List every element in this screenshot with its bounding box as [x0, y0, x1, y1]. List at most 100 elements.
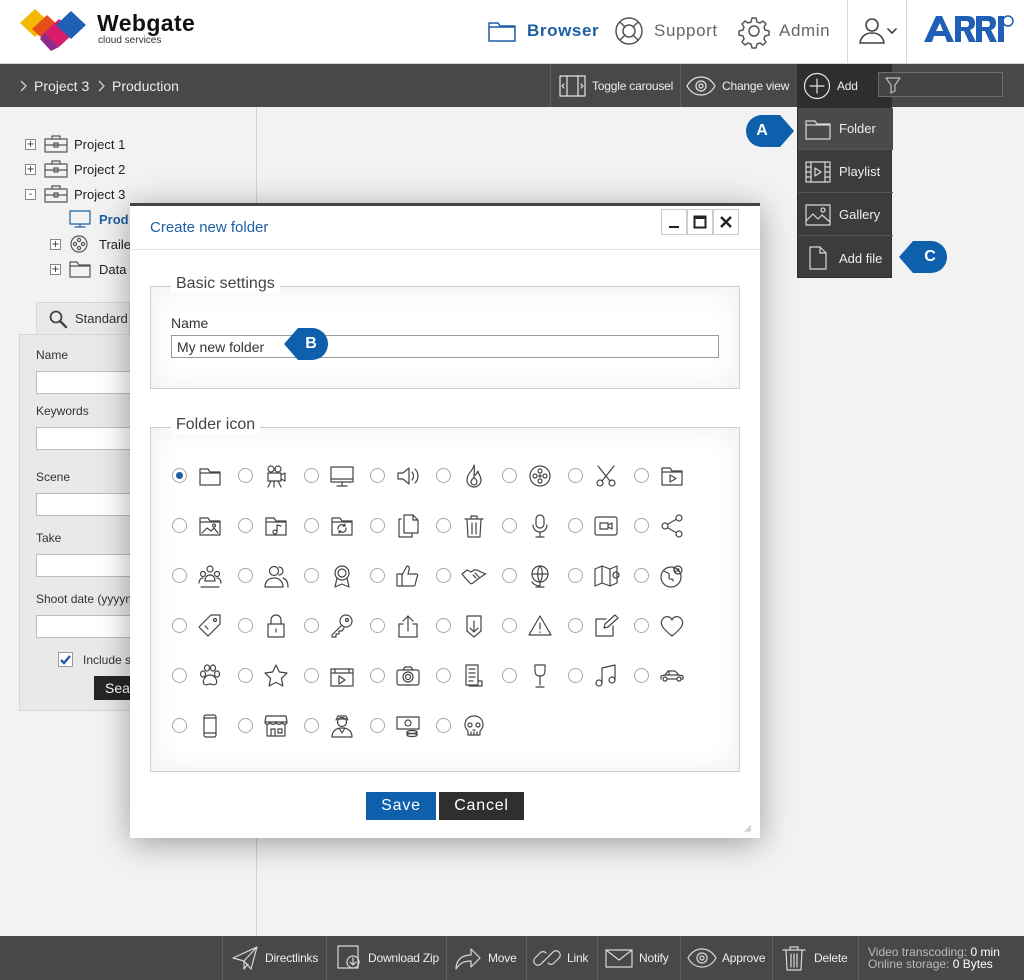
icon-option-edit[interactable] — [568, 609, 634, 643]
maximize-button[interactable] — [687, 209, 713, 235]
icon-radio[interactable] — [172, 718, 187, 733]
icon-radio[interactable] — [568, 518, 583, 533]
icon-radio[interactable] — [304, 668, 319, 683]
search-button[interactable]: Sea — [94, 676, 131, 700]
add-menu-folder[interactable]: Folder — [798, 108, 893, 150]
breadcrumb-item-production[interactable]: Production — [98, 78, 179, 94]
icon-radio[interactable] — [238, 618, 253, 633]
close-button[interactable] — [713, 209, 739, 235]
webgate-logo[interactable] — [18, 7, 90, 51]
icon-option-map-pin[interactable] — [568, 559, 634, 593]
icon-option-warning[interactable] — [502, 609, 568, 643]
expand-toggle[interactable]: + — [50, 263, 61, 275]
tree-node-production[interactable]: Prod — [69, 209, 129, 229]
icon-radio[interactable] — [304, 618, 319, 633]
icon-option-world-location[interactable] — [634, 559, 700, 593]
approve-button[interactable]: Approve — [687, 936, 765, 980]
search-scene-input[interactable] — [36, 493, 131, 516]
icon-radio[interactable] — [304, 518, 319, 533]
icon-option-skull[interactable] — [436, 709, 502, 743]
icon-option-upload[interactable] — [370, 609, 436, 643]
icon-radio[interactable] — [370, 668, 385, 683]
icon-option-movie-camera[interactable] — [238, 459, 304, 493]
icon-radio[interactable] — [502, 568, 517, 583]
nav-support[interactable]: Support — [613, 14, 718, 48]
icon-radio[interactable] — [568, 618, 583, 633]
icon-option-document[interactable] — [436, 659, 502, 693]
icon-option-music-note[interactable] — [568, 659, 634, 693]
icon-option-monitor[interactable] — [304, 459, 370, 493]
folder-name-input[interactable] — [171, 335, 719, 358]
icon-option-car[interactable] — [634, 659, 700, 693]
icon-radio[interactable] — [172, 518, 187, 533]
icon-option-video-folder[interactable] — [634, 459, 700, 493]
icon-radio[interactable] — [502, 618, 517, 633]
icon-radio[interactable] — [634, 618, 649, 633]
icon-option-image-folder[interactable] — [172, 509, 238, 543]
icon-option-lock[interactable] — [238, 609, 304, 643]
icon-radio[interactable] — [436, 718, 451, 733]
expand-toggle[interactable]: + — [50, 238, 61, 250]
icon-radio[interactable] — [436, 518, 451, 533]
icon-radio[interactable] — [304, 468, 319, 483]
tree-node-trailer[interactable]: + Traile — [50, 234, 131, 254]
collapse-toggle[interactable]: - — [25, 188, 36, 200]
notify-button[interactable]: Notify — [604, 936, 669, 980]
icon-option-music-folder[interactable] — [238, 509, 304, 543]
icon-radio[interactable] — [436, 618, 451, 633]
toggle-carousel-button[interactable]: Toggle carousel — [559, 64, 673, 107]
icon-option-film-reel[interactable] — [502, 459, 568, 493]
icon-option-download[interactable] — [436, 609, 502, 643]
search-keywords-input[interactable] — [36, 427, 131, 450]
icon-radio[interactable] — [634, 468, 649, 483]
icon-option-user-group[interactable] — [172, 559, 238, 593]
icon-radio[interactable] — [634, 518, 649, 533]
icon-radio[interactable] — [568, 568, 583, 583]
add-menu-playlist[interactable]: Playlist — [798, 151, 893, 193]
icon-radio[interactable] — [172, 568, 187, 583]
icon-option-folder[interactable] — [172, 459, 238, 493]
search-name-input[interactable] — [36, 371, 131, 394]
icon-radio[interactable] — [370, 568, 385, 583]
icon-option-flame[interactable] — [436, 459, 502, 493]
filter-input[interactable] — [878, 72, 1003, 97]
icon-radio[interactable] — [502, 468, 517, 483]
icon-radio[interactable] — [370, 618, 385, 633]
icon-option-users[interactable] — [238, 559, 304, 593]
add-menu-gallery[interactable]: Gallery — [798, 194, 893, 236]
icon-radio[interactable] — [238, 568, 253, 583]
icon-option-smartphone[interactable] — [172, 709, 238, 743]
icon-radio[interactable] — [172, 468, 187, 483]
icon-radio[interactable] — [370, 518, 385, 533]
tree-node-project3[interactable]: - Project 3 — [25, 184, 125, 204]
icon-option-scissors[interactable] — [568, 459, 634, 493]
icon-option-globe[interactable] — [502, 559, 568, 593]
icon-option-wine-glass[interactable] — [502, 659, 568, 693]
icon-radio[interactable] — [568, 468, 583, 483]
delete-button[interactable]: Delete — [779, 936, 848, 980]
icon-radio[interactable] — [502, 518, 517, 533]
tree-node-project1[interactable]: + Project 1 — [25, 134, 125, 154]
link-button[interactable]: Link — [532, 936, 588, 980]
icon-radio[interactable] — [370, 718, 385, 733]
search-tab-standard[interactable]: Standard — [36, 302, 130, 334]
icon-option-video-call[interactable] — [568, 509, 634, 543]
icon-option-award-ribbon[interactable] — [304, 559, 370, 593]
icon-option-speaker[interactable] — [370, 459, 436, 493]
save-button[interactable]: Save — [366, 792, 436, 820]
icon-option-person[interactable] — [304, 709, 370, 743]
icon-option-share[interactable] — [634, 509, 700, 543]
directlinks-button[interactable]: Directlinks — [230, 936, 318, 980]
icon-radio[interactable] — [304, 718, 319, 733]
expand-toggle[interactable]: + — [25, 138, 36, 150]
nav-admin[interactable]: Admin — [738, 14, 830, 49]
icon-option-money[interactable] — [370, 709, 436, 743]
icon-option-trash[interactable] — [436, 509, 502, 543]
tree-node-project2[interactable]: + Project 2 — [25, 159, 125, 179]
expand-toggle[interactable]: + — [25, 163, 36, 175]
icon-radio[interactable] — [568, 668, 583, 683]
icon-radio[interactable] — [436, 668, 451, 683]
icon-radio[interactable] — [634, 668, 649, 683]
icon-radio[interactable] — [634, 568, 649, 583]
minimize-button[interactable] — [661, 209, 687, 235]
